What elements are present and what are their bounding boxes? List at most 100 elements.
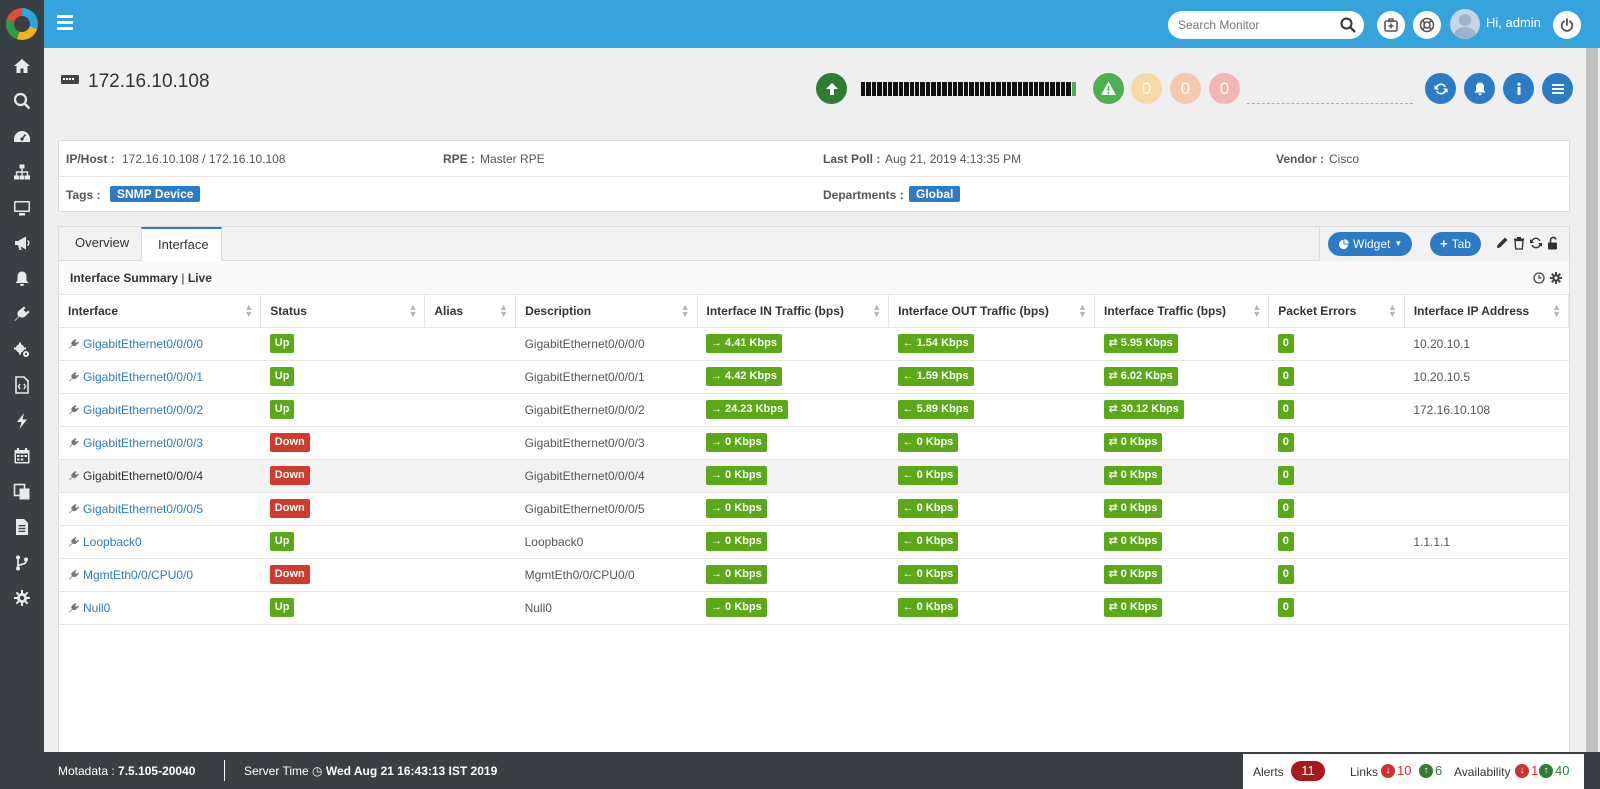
report-code-icon[interactable] <box>0 368 44 404</box>
availability-up[interactable]: ↑ 40 <box>1539 763 1569 778</box>
interface-link[interactable]: GigabitEthernet0/0/0/1 <box>83 370 203 384</box>
user-greeting[interactable]: Hi, admin <box>1486 15 1541 30</box>
availability-segment[interactable] <box>979 82 985 96</box>
availability-segment[interactable] <box>861 82 866 96</box>
menu-toggle-icon[interactable] <box>57 15 73 31</box>
flow-icon[interactable] <box>0 545 44 581</box>
availability-segment[interactable] <box>952 82 958 96</box>
availability-segment[interactable] <box>942 82 947 96</box>
add-tab-button[interactable]: + Tab <box>1430 232 1481 256</box>
clock-icon[interactable] <box>1533 272 1545 284</box>
flash-icon[interactable] <box>0 403 44 439</box>
tag-badge[interactable]: SNMP Device <box>110 186 201 202</box>
column-header[interactable]: Interface OUT Traffic (bps) ▲ ▼ <box>888 295 1095 328</box>
availability-segment[interactable] <box>1006 82 1012 96</box>
support-lifebuoy-icon[interactable] <box>1413 11 1441 39</box>
links-up[interactable]: ↑ 6 <box>1419 763 1442 778</box>
column-header[interactable]: Alias ▲ ▼ <box>424 295 517 328</box>
alert-bell-icon[interactable] <box>0 261 44 297</box>
table-row[interactable]: GigabitEthernet0/0/0/0 Up GigabitEthernet0… <box>59 327 1569 361</box>
power-icon[interactable] <box>1553 11 1581 39</box>
availability-segment[interactable] <box>1028 82 1033 96</box>
interface-link[interactable]: GigabitEthernet0/0/0/2 <box>83 403 203 417</box>
availability-segment[interactable] <box>985 82 990 96</box>
sort-icon[interactable]: ▲ ▼ <box>244 303 253 319</box>
sync-icon[interactable] <box>1529 236 1543 250</box>
availability-segment[interactable] <box>1034 82 1039 96</box>
availability-segment[interactable] <box>1071 82 1077 96</box>
availability-down[interactable]: ↓ 1 <box>1515 763 1538 778</box>
availability-segment[interactable] <box>936 82 942 96</box>
availability-segment[interactable] <box>871 82 877 96</box>
availability-segment[interactable] <box>1066 82 1071 96</box>
campaign-icon[interactable] <box>0 226 44 262</box>
availability-segment[interactable] <box>904 82 909 96</box>
edit-pencil-icon[interactable] <box>1495 236 1509 250</box>
availability-segment[interactable] <box>1017 82 1023 96</box>
table-row[interactable]: GigabitEthernet0/0/0/3 Down GigabitEtherne… <box>59 426 1569 460</box>
department-badge[interactable]: Global <box>909 186 961 202</box>
availability-segment[interactable] <box>1023 82 1028 96</box>
table-row[interactable]: GigabitEthernet0/0/0/4 Down GigabitEtherne… <box>59 459 1569 493</box>
interface-link[interactable]: MgmtEth0/0/CPU0/0 <box>83 568 193 582</box>
interface-link[interactable]: GigabitEthernet0/0/0/5 <box>83 502 203 516</box>
column-header[interactable]: Interface ▲ ▼ <box>59 295 262 328</box>
sort-icon[interactable]: ▲ ▼ <box>681 303 690 319</box>
availability-segment[interactable] <box>909 82 915 96</box>
table-row[interactable]: MgmtEth0/0/CPU0/0 Down MgmtEth0/0/CPU0/0 → 0… <box>59 558 1569 592</box>
links-down[interactable]: ↓ 10 <box>1381 763 1411 778</box>
app-logo[interactable] <box>0 0 44 48</box>
notification-bell-icon[interactable] <box>1464 73 1495 104</box>
availability-segment[interactable] <box>931 82 936 96</box>
availability-segment[interactable] <box>1039 82 1044 96</box>
interface-link[interactable]: GigabitEthernet0/0/0/3 <box>83 436 203 450</box>
first-aid-icon[interactable] <box>1377 11 1405 39</box>
document-icon[interactable] <box>0 510 44 546</box>
sort-icon[interactable]: ▲ ▼ <box>1552 303 1561 319</box>
sort-icon[interactable]: ▲ ▼ <box>408 303 417 319</box>
widget-button[interactable]: Widget ▼ <box>1328 232 1413 256</box>
copy-icon[interactable] <box>0 474 44 510</box>
monitor-icon[interactable] <box>0 190 44 226</box>
settings-gears-icon[interactable] <box>0 332 44 368</box>
gear-icon[interactable] <box>0 581 44 617</box>
sort-icon[interactable]: ▲ ▼ <box>872 303 881 319</box>
unlock-icon[interactable] <box>1546 236 1560 250</box>
scrollbar[interactable] <box>1584 48 1600 752</box>
interface-link[interactable]: GigabitEthernet0/0/0/4 <box>83 469 203 483</box>
table-row[interactable]: Loopback0 Up Loopback0 → 0 Kbps ← 0 Kbps ⇄ 0 Kbp… <box>59 525 1569 559</box>
availability-segment[interactable] <box>958 82 963 96</box>
column-header[interactable]: Packet Errors ▲ ▼ <box>1268 295 1405 328</box>
availability-segment[interactable] <box>866 82 871 96</box>
sort-icon[interactable]: ▲ ▼ <box>1252 303 1261 319</box>
table-row[interactable]: GigabitEthernet0/0/0/2 Up GigabitEthernet0… <box>59 393 1569 427</box>
availability-segment[interactable] <box>925 82 931 96</box>
search-icon[interactable] <box>1340 17 1356 33</box>
menu-list-icon[interactable] <box>1542 73 1573 104</box>
sort-icon[interactable]: ▲ ▼ <box>1388 303 1397 319</box>
severity-count-critical[interactable]: 0 <box>1209 73 1240 104</box>
interface-link[interactable]: GigabitEthernet0/0/0/0 <box>83 337 203 351</box>
tab-overview[interactable]: Overview <box>59 227 141 261</box>
availability-segment[interactable] <box>1050 82 1055 96</box>
trash-icon[interactable] <box>1512 236 1526 250</box>
availability-segment[interactable] <box>1001 82 1006 96</box>
severity-count-major[interactable]: 0 <box>1131 73 1162 104</box>
availability-segment[interactable] <box>969 82 974 96</box>
availability-segment[interactable] <box>1061 82 1066 96</box>
calendar-icon[interactable] <box>0 439 44 475</box>
dashboard-icon[interactable] <box>0 119 44 155</box>
availability-segment[interactable] <box>963 82 969 96</box>
availability-segment[interactable] <box>877 82 882 96</box>
availability-segment[interactable] <box>920 82 925 96</box>
availability-segment[interactable] <box>888 82 893 96</box>
gear-icon[interactable] <box>1550 272 1562 284</box>
availability-segment[interactable] <box>898 82 904 96</box>
home-icon[interactable] <box>0 48 44 84</box>
info-icon[interactable] <box>1503 73 1534 104</box>
availability-segment[interactable] <box>1055 82 1061 96</box>
search-input[interactable] <box>1168 11 1328 39</box>
column-header[interactable]: Interface Traffic (bps) ▲ ▼ <box>1094 295 1270 328</box>
interface-link[interactable]: Null0 <box>83 601 110 615</box>
table-row[interactable]: GigabitEthernet0/0/0/1 Up GigabitEthernet0… <box>59 360 1569 394</box>
